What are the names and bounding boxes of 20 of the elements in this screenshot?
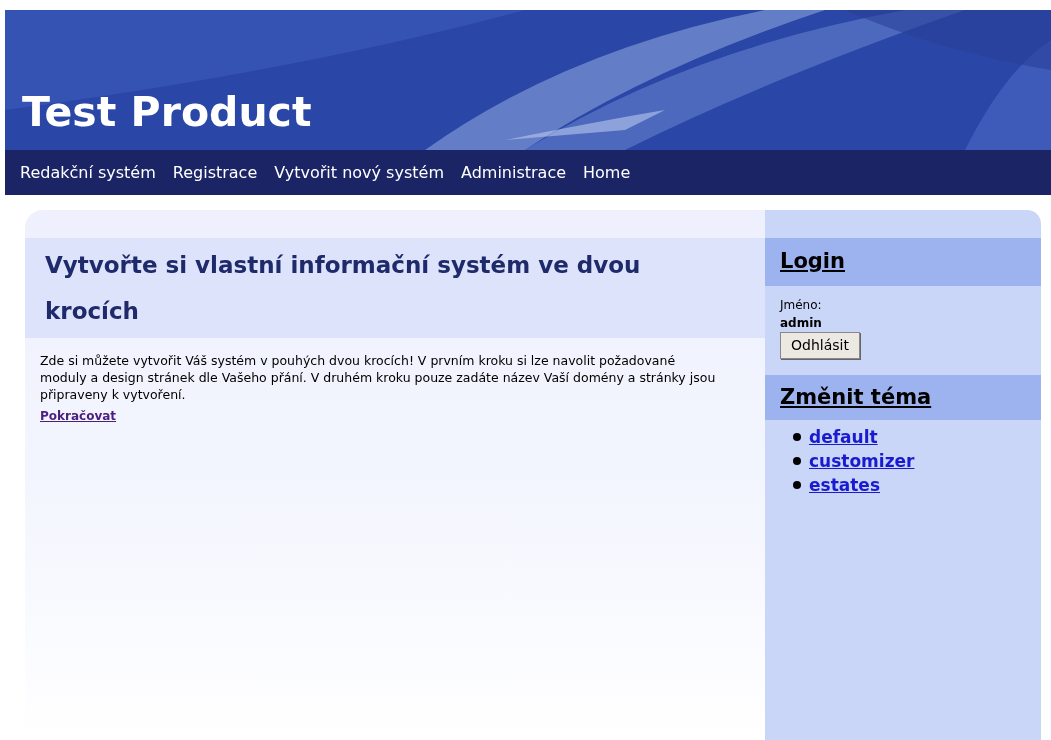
logout-button[interactable]: Odhlásit [780,331,860,359]
nav-link[interactable]: Vytvořit nový systém [274,160,444,185]
bullet-icon [793,481,801,489]
bullet-icon [793,433,801,441]
nav-link[interactable]: Redakční systém [20,160,156,185]
site-title: Test Product [22,92,312,133]
continue-link[interactable]: Pokračovat [40,409,117,423]
name-label: Jméno: [780,296,823,314]
login-heading: Login [780,248,846,275]
bullet-icon [793,457,801,465]
theme-heading: Změnit téma [780,383,933,411]
page-heading: Vytvořte si vlastní informační systém ve dvou krocích [45,251,642,326]
theme-link[interactable]: estates [809,474,881,496]
nav-link[interactable]: Home [583,160,631,185]
intro-paragraph: Zde si můžete vytvořit Váš systém v pouhých dvou krocích! V prvním kroku si lze navolit požadované moduly a design stránek dle Vašeho přání. V druhém kroku pouze zadáte název Vaší domény a stránky jsou připraveny k vytvoření. [40,352,717,403]
user-name: admin [780,314,823,332]
nav-link[interactable]: Registrace [172,160,258,185]
theme-link[interactable]: default [809,426,878,448]
nav-link[interactable]: Administrace [460,160,567,185]
theme-link[interactable]: customizer [809,450,915,472]
